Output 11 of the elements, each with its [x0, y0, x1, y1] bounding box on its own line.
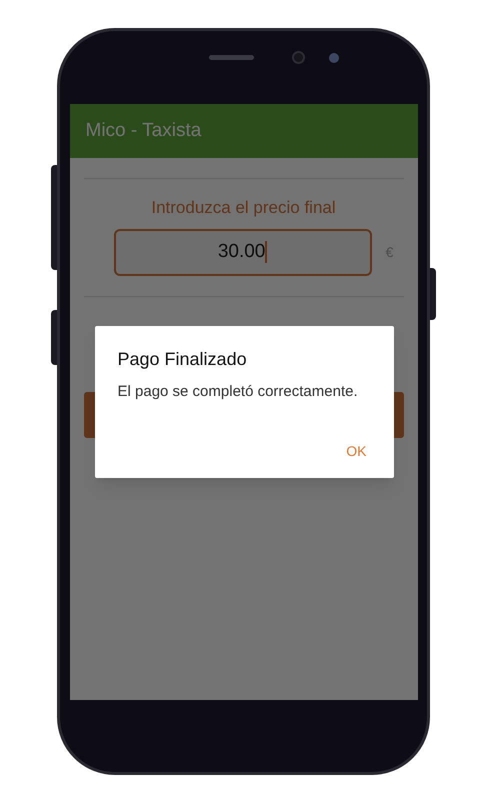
field-label: Introduzca el precio final	[151, 197, 336, 219]
sensor-icon	[328, 52, 338, 62]
dialog-title: Pago Finalizado	[118, 348, 248, 371]
camera-icon	[292, 51, 304, 64]
speaker-grille	[208, 55, 254, 60]
dialog-message: El pago se completó correctamente.	[118, 382, 359, 402]
ok-button[interactable]: OK	[342, 441, 370, 462]
app-title: Mico - Taxista	[86, 118, 202, 143]
price-field[interactable]: 30.00	[114, 228, 372, 276]
currency-label: €	[386, 242, 394, 262]
text-cursor	[265, 241, 268, 263]
